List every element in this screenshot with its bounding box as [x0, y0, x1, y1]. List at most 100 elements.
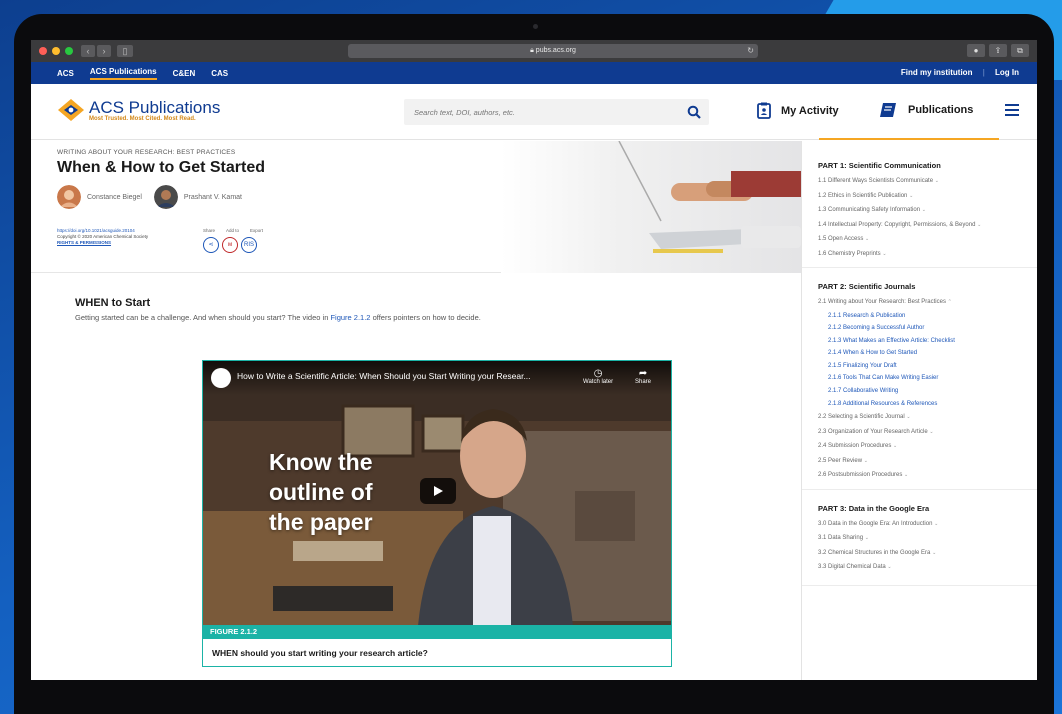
minimize-window-button[interactable] [52, 47, 60, 55]
toc-item[interactable]: 2.1 Writing about Your Research: Best Pr… [818, 295, 1021, 310]
chevron-down-icon: ⌄ [882, 250, 887, 257]
article-kicker: WRITING ABOUT YOUR RESEARCH: BEST PRACTI… [57, 149, 236, 156]
camera [533, 24, 538, 29]
tabs-icon[interactable]: ⧉ [1011, 44, 1029, 57]
toc-item[interactable]: 2.3 Organization of Your Research Articl… [818, 425, 1021, 440]
export-ris-button[interactable]: RIS [241, 237, 257, 253]
forward-icon[interactable]: › [97, 45, 111, 57]
play-button[interactable] [420, 478, 456, 504]
lock-icon: 🔒︎ [530, 47, 534, 54]
chevron-down-icon: ⌄ [909, 192, 914, 199]
toc-subitem[interactable]: 2.1.5 Finalizing Your Draft [818, 360, 1021, 373]
toc-part-2: PART 2: Scientific Journals 2.1 Writing … [802, 268, 1037, 490]
hero-image [501, 141, 801, 273]
play-icon [434, 486, 443, 496]
toc-item[interactable]: 3.3 Digital Chemical Data ⌄ [818, 560, 1021, 575]
paragraph-text: offers pointers on how to decide. [370, 313, 481, 322]
channel-logo[interactable] [211, 368, 231, 388]
figure-link[interactable]: Figure 2.1.2 [330, 313, 370, 322]
overlay-line: the paper [269, 509, 373, 535]
toc-item[interactable]: 1.6 Chemistry Preprints ⌄ [818, 247, 1021, 262]
mendeley-icon[interactable]: ᴍ [222, 237, 238, 253]
toc-subitem[interactable]: 2.1.2 Becoming a Successful Author [818, 322, 1021, 335]
find-institution-link[interactable]: Find my institution [901, 68, 973, 77]
browser-toolbar: ‹ › ▯ 🔒︎ pubs.acs.org ↻ ● ⇪ ⧉ [31, 40, 1037, 62]
video-title[interactable]: How to Write a Scientific Article: When … [237, 371, 531, 381]
toc-item[interactable]: 3.0 Data in the Google Era: An Introduct… [818, 517, 1021, 532]
sidebar-toggle-icon[interactable]: ▯ [117, 45, 133, 57]
nav-link-acs[interactable]: ACS [57, 69, 74, 78]
toc-item[interactable]: 1.5 Open Access ⌄ [818, 232, 1021, 247]
search-box [404, 99, 709, 125]
section-heading: WHEN to Start [75, 297, 151, 309]
login-link[interactable]: Log In [995, 68, 1019, 77]
nav-link-cen[interactable]: C&EN [173, 69, 196, 78]
chevron-down-icon: ⌄ [929, 428, 934, 435]
table-of-contents: PART 1: Scientific Communication 1.1 Dif… [801, 141, 1037, 680]
chevron-down-icon: ⌄ [977, 221, 982, 228]
back-icon[interactable]: ‹ [81, 45, 95, 57]
laptop-frame: ‹ › ▯ 🔒︎ pubs.acs.org ↻ ● ⇪ ⧉ ACS ACS Pu… [14, 14, 1054, 714]
author-name[interactable]: Constance Biegel [87, 194, 142, 201]
address-bar[interactable]: 🔒︎ pubs.acs.org ↻ [348, 44, 758, 58]
nav-link-cas[interactable]: CAS [211, 69, 228, 78]
toc-item[interactable]: 1.3 Communicating Safety Information ⌄ [818, 203, 1021, 218]
author-name[interactable]: Prashant V. Kamat [184, 194, 242, 201]
search-icon[interactable] [687, 105, 701, 119]
acs-logo-icon [58, 99, 84, 121]
share-video-button[interactable]: ➦ Share [635, 368, 651, 385]
close-window-button[interactable] [39, 47, 47, 55]
video-overlay-text: Know the outline of the paper [269, 447, 373, 537]
toc-item[interactable]: 2.5 Peer Review ⌄ [818, 454, 1021, 469]
publications-button[interactable]: Publications [879, 102, 973, 118]
clipboard-icon [757, 102, 771, 119]
logo-title: ACS Publications [89, 97, 221, 117]
toc-item[interactable]: 3.2 Chemical Structures in the Google Er… [818, 546, 1021, 561]
video-player[interactable]: How to Write a Scientific Article: When … [202, 360, 672, 625]
my-activity-button[interactable]: My Activity [757, 102, 839, 119]
toc-item[interactable]: 1.2 Ethics in Scientific Publication ⌄ [818, 189, 1021, 204]
add-to-label: Add to [226, 228, 240, 233]
toc-item[interactable]: 1.1 Different Ways Scientists Communicat… [818, 174, 1021, 189]
chevron-down-icon: ⌄ [921, 207, 926, 213]
chevron-down-icon: ⌄ [934, 520, 939, 527]
share-tools: Share Add to Export ⋖ ᴍ RIS [203, 228, 263, 253]
share-video-label: Share [635, 379, 652, 385]
hamburger-menu-icon[interactable] [1005, 104, 1019, 119]
extension-icon[interactable]: ● [967, 44, 985, 57]
toc-item[interactable]: 2.6 Postsubmission Procedures ⌄ [818, 468, 1021, 483]
reload-icon[interactable]: ↻ [747, 44, 754, 58]
toc-item[interactable]: 3.1 Data Sharing ⌄ [818, 531, 1021, 546]
share-label: Share [203, 228, 216, 233]
watch-later-button[interactable]: ◷ Watch later [583, 368, 613, 385]
nav-link-acs-publications[interactable]: ACS Publications [89, 67, 157, 80]
share-icon[interactable]: ⋖ [203, 237, 219, 253]
toc-subitem[interactable]: 2.1.1 Research & Publication [818, 310, 1021, 323]
toc-subitem[interactable]: 2.1.7 Collaborative Writing [818, 385, 1021, 398]
export-label: Export [250, 228, 264, 233]
article-header: WRITING ABOUT YOUR RESEARCH: BEST PRACTI… [31, 141, 801, 273]
avatar[interactable] [153, 185, 178, 209]
rights-permissions-link[interactable]: RIGHTS & PERMISSIONS [57, 240, 148, 246]
toc-subitem[interactable]: 2.1.8 Additional Resources & References [818, 398, 1021, 411]
share-arrow-icon: ➦ [638, 368, 648, 379]
search-input[interactable] [414, 107, 674, 117]
top-navigation: ACS ACS Publications C&EN CAS Find my in… [31, 62, 1037, 84]
figure-label: FIGURE 2.1.2 [202, 625, 672, 639]
toc-item[interactable]: 1.4 Intellectual Property: Copyright, Pe… [818, 218, 1021, 233]
avatar[interactable] [57, 185, 81, 209]
publications-underline [819, 138, 999, 140]
acs-logo[interactable]: ACS Publications Most Trusted. Most Cite… [57, 98, 220, 122]
toc-part-title[interactable]: PART 3: Data in the Google Era [818, 504, 1021, 513]
section-paragraph: Getting started can be a challenge. And … [75, 313, 481, 322]
toc-item[interactable]: 2.2 Selecting a Scientific Journal ⌄ [818, 410, 1021, 425]
toc-part-title[interactable]: PART 2: Scientific Journals [818, 282, 1021, 291]
toc-part-title[interactable]: PART 1: Scientific Communication [818, 161, 1021, 170]
maximize-window-button[interactable] [65, 47, 73, 55]
browser-screen: ‹ › ▯ 🔒︎ pubs.acs.org ↻ ● ⇪ ⧉ ACS ACS Pu… [31, 40, 1037, 680]
toc-subitem[interactable]: 2.1.3 What Makes an Effective Article: C… [818, 335, 1021, 348]
toc-item[interactable]: 2.4 Submission Procedures ⌄ [818, 439, 1021, 454]
toc-subitem[interactable]: 2.1.6 Tools That Can Make Writing Easier [818, 372, 1021, 385]
share-page-icon[interactable]: ⇪ [989, 44, 1007, 57]
toc-subitem[interactable]: 2.1.4 When & How to Get Started [818, 347, 1021, 360]
